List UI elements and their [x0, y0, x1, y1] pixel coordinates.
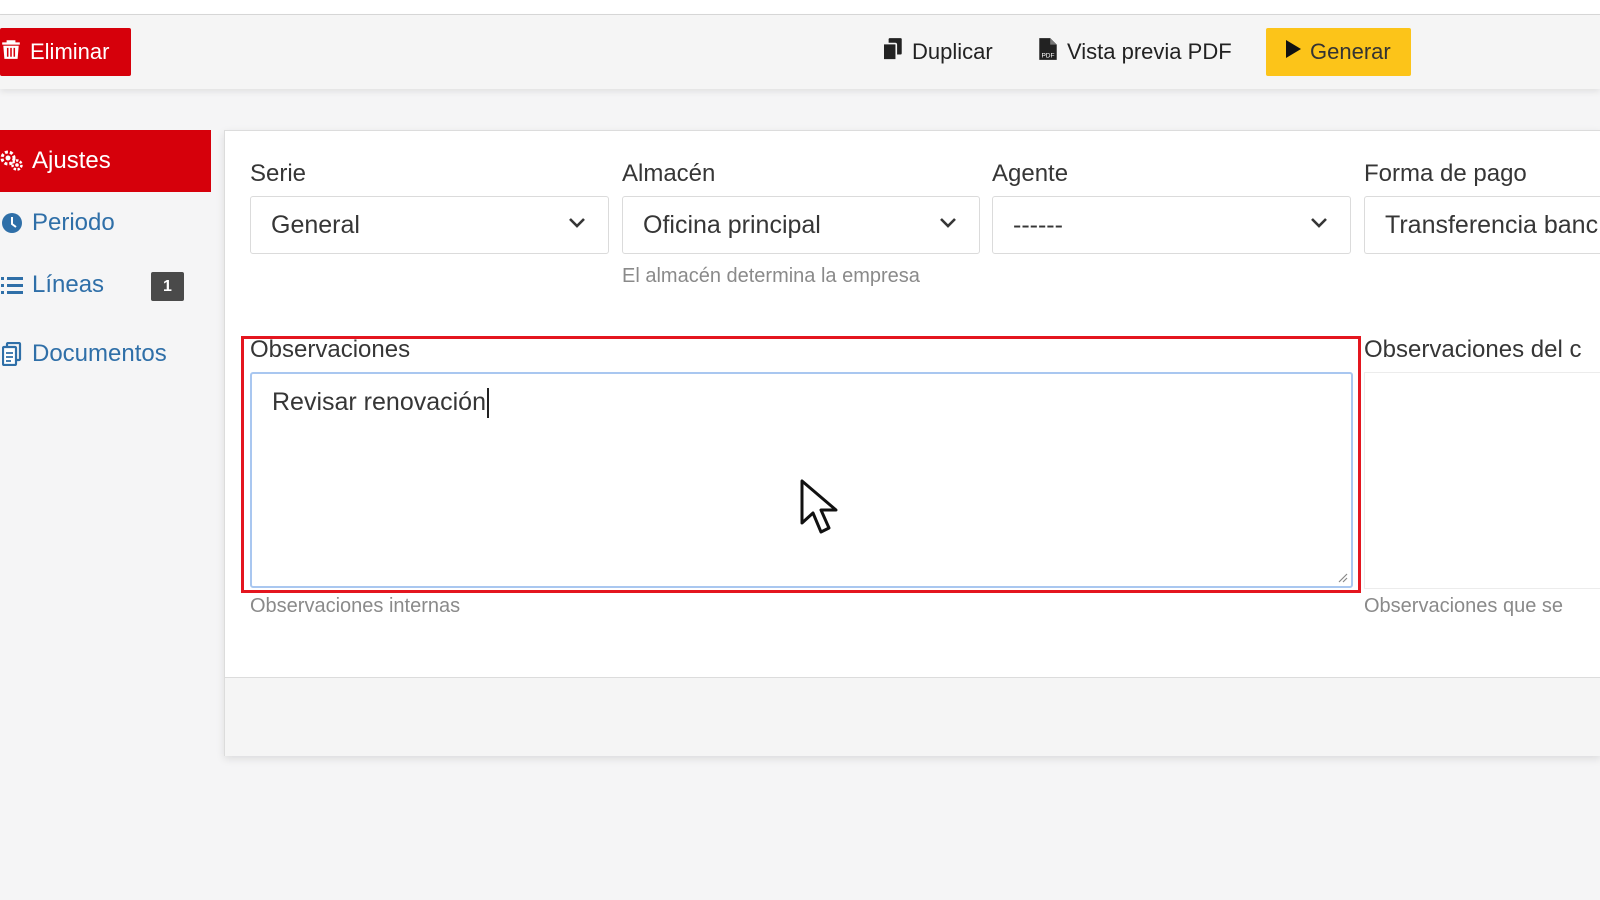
toolbar: Eliminar Duplicar PDF Vista previa PDF G…	[0, 15, 1600, 89]
observaciones-help: Observaciones internas	[250, 595, 461, 617]
chevron-down-icon	[1311, 218, 1327, 228]
sidebar: Ajustes Periodo Líneas 1 Documentos	[0, 130, 211, 392]
generate-label: Generar	[1310, 39, 1391, 64]
sidebar-item-label: Periodo	[32, 209, 115, 236]
observaciones-value: Revisar renovación	[272, 388, 486, 416]
sidebar-item-documentos[interactable]: Documentos	[0, 316, 211, 392]
top-border	[0, 0, 1600, 15]
delete-button[interactable]: Eliminar	[0, 28, 131, 76]
text-cursor	[487, 388, 489, 419]
almacen-select[interactable]: Oficina principal	[622, 196, 980, 254]
documents-icon	[0, 342, 24, 366]
play-icon	[1284, 39, 1302, 65]
panel-footer	[225, 677, 1600, 756]
lines-count-badge: 1	[151, 272, 184, 301]
forma-pago-select[interactable]: Transferencia banc	[1364, 196, 1600, 254]
agente-select[interactable]: ------	[992, 196, 1351, 254]
observaciones-cliente-textarea[interactable]	[1364, 372, 1600, 589]
copy-icon	[882, 37, 904, 67]
agente-label: Agente	[992, 160, 1069, 187]
forma-pago-value: Transferencia banc	[1385, 210, 1599, 239]
serie-label: Serie	[250, 160, 307, 187]
forma-pago-label: Forma de pago	[1364, 160, 1527, 187]
observaciones-cliente-help: Observaciones que se	[1364, 595, 1564, 617]
trash-icon	[0, 38, 22, 66]
sidebar-item-periodo[interactable]: Periodo	[0, 192, 211, 254]
chevron-down-icon	[940, 218, 956, 228]
chevron-down-icon	[569, 218, 585, 228]
serie-select[interactable]: General	[250, 196, 609, 254]
sidebar-item-label: Líneas	[32, 271, 105, 298]
sidebar-item-lineas[interactable]: Líneas 1	[0, 254, 211, 316]
gears-icon	[0, 150, 24, 172]
svg-text:PDF: PDF	[1041, 53, 1054, 60]
agente-value: ------	[1013, 210, 1063, 239]
observaciones-label: Observaciones	[250, 336, 411, 363]
observaciones-cliente-label: Observaciones del c	[1364, 336, 1582, 363]
clock-icon	[0, 212, 24, 234]
delete-label: Eliminar	[30, 39, 110, 64]
resize-handle-icon[interactable]	[1336, 571, 1348, 583]
sidebar-item-label: Documentos	[32, 340, 167, 367]
duplicate-label: Duplicar	[912, 39, 993, 64]
pdf-preview-button[interactable]: PDF Vista previa PDF	[1037, 28, 1232, 76]
list-icon	[0, 275, 24, 295]
generate-button[interactable]: Generar	[1266, 28, 1411, 76]
sidebar-item-label: Ajustes	[32, 147, 111, 174]
sidebar-item-ajustes[interactable]: Ajustes	[0, 130, 211, 192]
pdf-file-icon: PDF	[1037, 37, 1059, 67]
serie-value: General	[271, 210, 360, 239]
almacen-help: El almacén determina la empresa	[622, 265, 920, 287]
almacen-value: Oficina principal	[643, 210, 821, 239]
duplicate-button[interactable]: Duplicar	[882, 28, 993, 76]
mouse-pointer-icon	[800, 479, 838, 534]
pdf-preview-label: Vista previa PDF	[1067, 39, 1232, 64]
almacen-label: Almacén	[622, 160, 716, 187]
